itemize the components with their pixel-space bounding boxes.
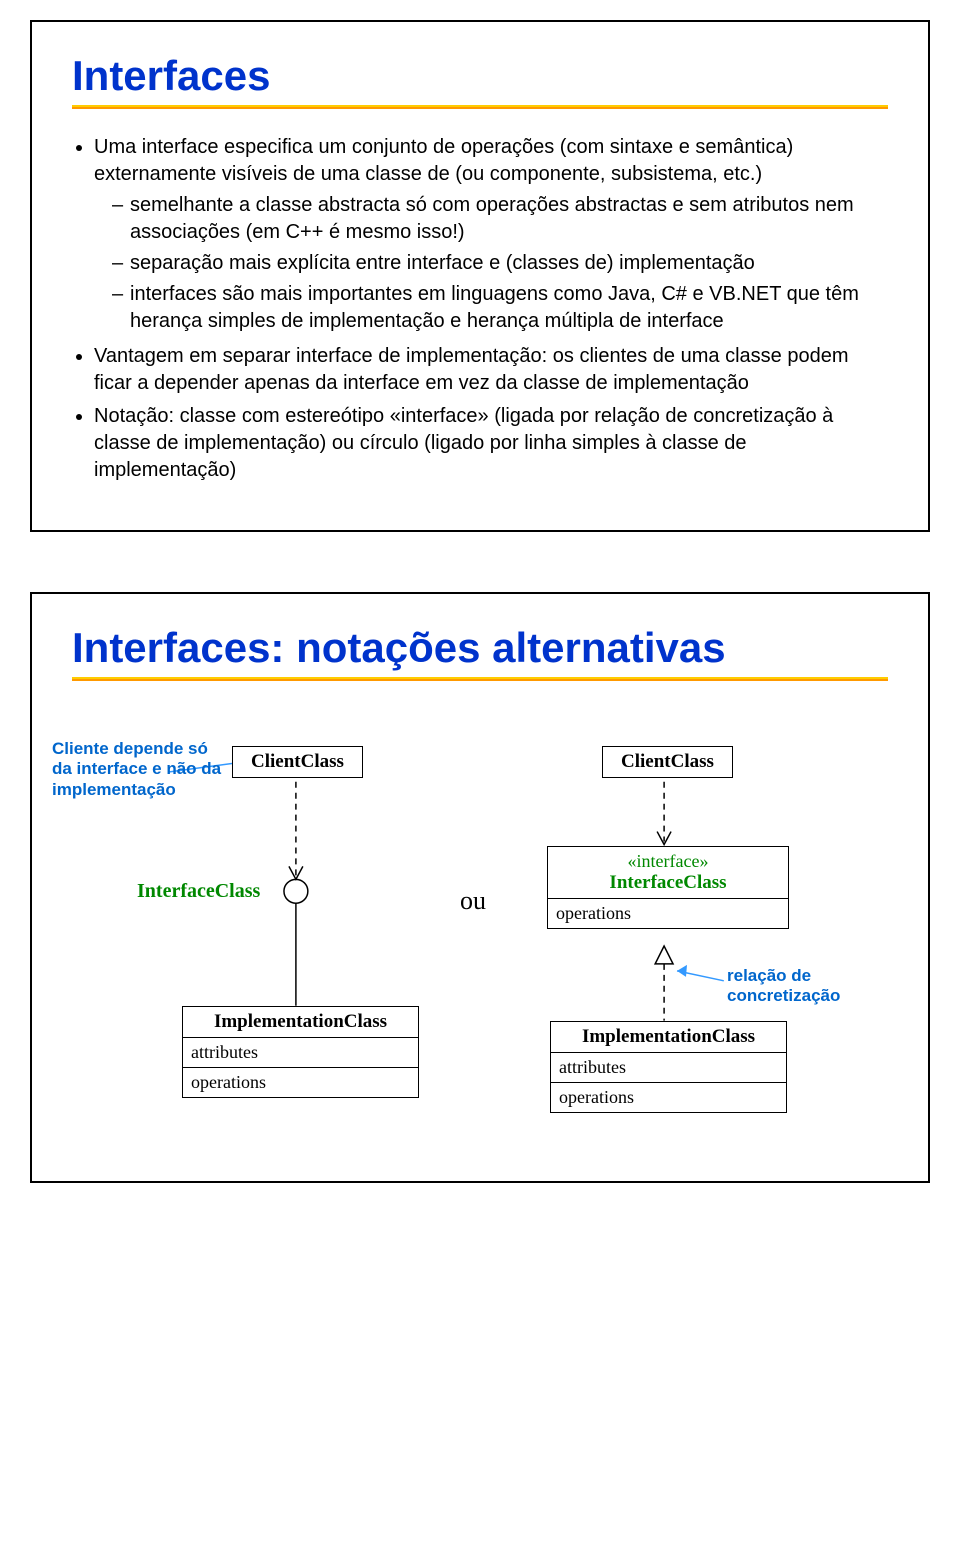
bullet-item: Uma interface especifica um conjunto de …	[94, 134, 888, 335]
class-name: ClientClass	[233, 747, 362, 777]
bullet-list: Uma interface especifica um conjunto de …	[72, 134, 888, 484]
class-name: ImplementationClass	[551, 1022, 786, 1052]
uml-class-client-left: ClientClass	[232, 746, 363, 778]
interface-lollipop-label: InterfaceClass	[137, 879, 260, 903]
operations-row: operations	[548, 898, 788, 928]
slide-interfaces: Interfaces Uma interface especifica um c…	[30, 20, 930, 532]
diagram: Cliente depende só da interface e não da…	[72, 721, 888, 1171]
uml-class-impl-left: ImplementationClass attributes operation…	[182, 1006, 419, 1098]
sub-item: interfaces são mais importantes em lingu…	[112, 281, 888, 335]
stereotype: «interface»	[558, 851, 778, 872]
operations-row: operations	[551, 1082, 786, 1112]
note-client-depends: Cliente depende só da interface e não da…	[52, 739, 222, 800]
class-name: ImplementationClass	[183, 1007, 418, 1037]
title-underline	[72, 105, 888, 109]
sub-item: semelhante a classe abstracta só com ope…	[112, 192, 888, 246]
attributes-row: attributes	[183, 1037, 418, 1067]
slide-title: Interfaces	[72, 52, 888, 100]
class-name: InterfaceClass	[558, 872, 778, 898]
attributes-row: attributes	[551, 1052, 786, 1082]
or-label: ou	[460, 886, 486, 916]
sub-list: semelhante a classe abstracta só com ope…	[94, 192, 888, 335]
bullet-text: Uma interface especifica um conjunto de …	[94, 136, 793, 185]
bullet-item: Vantagem em separar interface de impleme…	[94, 343, 888, 397]
note-text: Cliente depende só da interface e não da…	[52, 739, 221, 799]
label-text: InterfaceClass	[137, 880, 260, 902]
slide-notations: Interfaces: notações alternativas	[30, 592, 930, 1183]
title-underline	[72, 677, 888, 681]
note-text: relação de concretização	[727, 966, 840, 1005]
slide-title: Interfaces: notações alternativas	[72, 624, 888, 672]
bullet-item: Notação: classe com estereótipo «interfa…	[94, 403, 888, 484]
uml-class-impl-right: ImplementationClass attributes operation…	[550, 1021, 787, 1113]
uml-class-client-right: ClientClass	[602, 746, 733, 778]
sub-item: separação mais explícita entre interface…	[112, 250, 888, 277]
uml-interface-class: «interface» InterfaceClass operations	[547, 846, 789, 929]
operations-row: operations	[183, 1067, 418, 1097]
note-realization: relação de concretização	[727, 966, 867, 1007]
class-name: ClientClass	[603, 747, 732, 777]
